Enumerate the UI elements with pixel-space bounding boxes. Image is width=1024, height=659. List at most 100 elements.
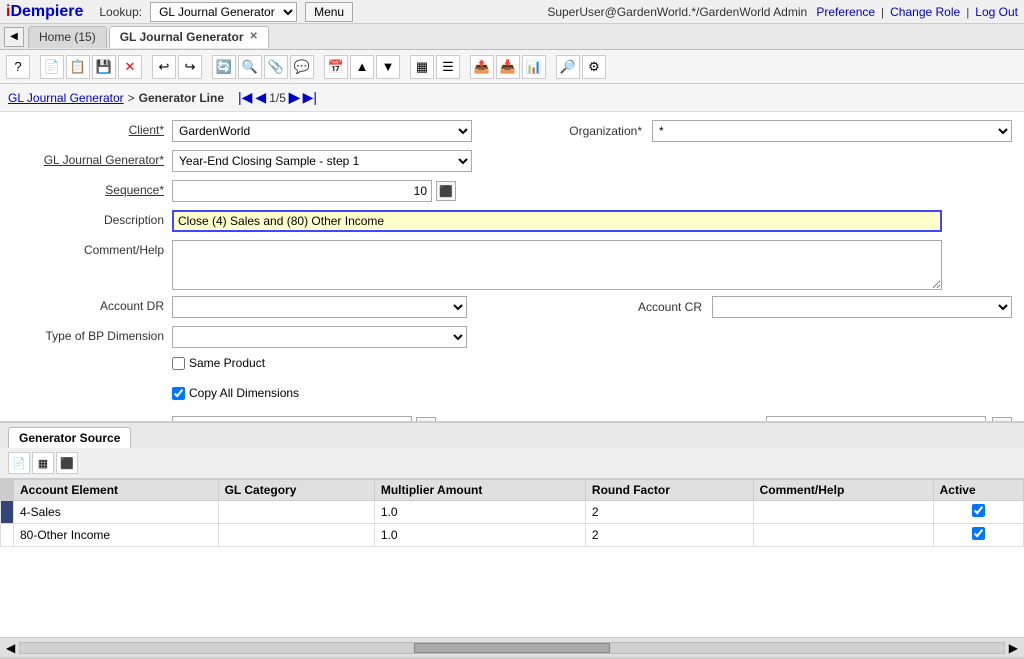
tab-home[interactable]: Home (15) [28,26,107,48]
account-cr-section: Account CR [638,296,1012,318]
chat-button[interactable]: 💬 [290,55,314,79]
sequence-input[interactable] [172,180,432,202]
copy-all-label: Copy All Dimensions [189,386,299,400]
export-button[interactable]: 📤 [470,55,494,79]
import-button[interactable]: 📥 [496,55,520,79]
account-cr-select[interactable] [712,296,1012,318]
redo-button[interactable]: ↪ [178,55,202,79]
sub-tab-generator-source[interactable]: Generator Source [8,427,131,448]
account-dr-label: Account DR [12,296,172,313]
attach-button[interactable]: 📎 [264,55,288,79]
col-multiplier-amount[interactable]: Multiplier Amount [374,480,585,501]
zoom-button[interactable]: 🔎 [556,55,580,79]
row-indicator-2 [1,524,14,547]
nav-back-button[interactable]: ◀ [4,27,24,47]
refresh-button[interactable]: 🔄 [212,55,236,79]
client-select[interactable]: GardenWorld [172,120,472,142]
col-gl-category[interactable]: GL Category [218,480,374,501]
help-button[interactable]: ? [6,55,30,79]
account-cr-label: Account CR [638,300,706,314]
next-record-button[interactable]: ▶ [289,89,300,106]
description-field [172,210,1012,232]
comment-field [172,240,1012,290]
client-org-row: Client* GardenWorld Organization* * [12,120,1012,144]
copy-button[interactable]: 📋 [66,55,90,79]
bottom-area: Generator Source 📄 ▦ ⬛ Account Element G… [0,422,1024,637]
sub-new-button[interactable]: 📄 [8,452,30,474]
description-input[interactable] [172,210,942,232]
log-out-link[interactable]: Log Out [975,5,1018,19]
copy-all-spacer [12,386,172,389]
main-form-area: Client* GardenWorld Organization* * GL J… [0,112,1024,422]
lookup-label: Lookup: [99,5,142,19]
horizontal-scrollbar[interactable] [19,642,1005,654]
scroll-thumb [414,643,611,653]
prev-record-button[interactable]: ◀ [255,89,266,106]
user-info: SuperUser@GardenWorld.*/GardenWorld Admi… [547,5,807,19]
tab-close-icon[interactable]: ✕ [250,31,258,42]
top-bar-right: SuperUser@GardenWorld.*/GardenWorld Admi… [547,5,1018,19]
account-row: Account DR Account CR [12,296,1012,320]
cell-gl-category-1 [218,501,374,524]
organization-label: Organization* [569,124,646,138]
change-role-link[interactable]: Change Role [890,5,960,19]
sequence-info-icon[interactable]: ⬛ [436,181,456,201]
scroll-left-btn[interactable]: ◀ [6,641,15,655]
save-button[interactable]: 💾 [92,55,116,79]
table-row: 80-Other Income 1.0 2 [1,524,1024,547]
cell-active-1 [933,501,1023,524]
find-button[interactable]: 🔍 [238,55,262,79]
sequence-field: ⬛ [172,180,1012,202]
client-label: Client* [12,120,172,137]
report-button[interactable]: 📊 [522,55,546,79]
sub-toolbar: 📄 ▦ ⬛ [0,448,1024,479]
same-product-row: Same Product [12,356,1012,380]
client-field: GardenWorld [172,120,529,142]
cell-round-factor-2: 2 [585,524,753,547]
cell-multiplier-2: 1.0 [374,524,585,547]
sub-tab-bar: Generator Source [0,423,1024,448]
type-bp-select[interactable] [172,326,467,348]
delete-button[interactable]: ✕ [118,55,142,79]
cell-comment-2 [753,524,933,547]
sub-form-button[interactable]: ⬛ [56,452,78,474]
same-product-checkbox[interactable] [172,357,185,370]
row-active-checkbox-1[interactable] [972,504,985,517]
description-row: Description [12,210,1012,234]
scroll-right-btn[interactable]: ▶ [1009,641,1018,655]
tab-gl-journal[interactable]: GL Journal Generator ✕ [109,26,269,48]
organization-select[interactable]: * [652,120,1012,142]
undo-button[interactable]: ↩ [152,55,176,79]
gl-journal-field: Year-End Closing Sample - step 1 [172,150,1012,172]
workflow-button[interactable]: ⚙ [582,55,606,79]
row-active-checkbox-2[interactable] [972,527,985,540]
lookup-select[interactable]: GL Journal Generator [150,2,297,22]
col-account-element[interactable]: Account Element [14,480,219,501]
preference-link[interactable]: Preference [816,5,875,19]
arrow-up-button[interactable]: ▲ [350,55,374,79]
gl-journal-select[interactable]: Year-End Closing Sample - step 1 [172,150,472,172]
breadcrumb-parent-link[interactable]: GL Journal Generator [8,91,124,105]
grid-view-button[interactable]: ▦ [410,55,434,79]
logo: iDempiere [6,3,83,21]
same-product-label: Same Product [189,356,265,370]
form-view-button[interactable]: ☰ [436,55,460,79]
copy-all-checkbox[interactable] [172,387,185,400]
cell-active-2 [933,524,1023,547]
page-info: 1/5 [269,91,286,105]
sub-grid-button[interactable]: ▦ [32,452,54,474]
same-product-field: Same Product [172,356,265,370]
col-comment-help[interactable]: Comment/Help [753,480,933,501]
arrow-down-button[interactable]: ▼ [376,55,400,79]
comment-textarea[interactable] [172,240,942,290]
col-active[interactable]: Active [933,480,1023,501]
menu-button[interactable]: Menu [305,2,353,22]
account-dr-select[interactable] [172,296,467,318]
cell-account-element-2: 80-Other Income [14,524,219,547]
calendar-button[interactable]: 📅 [324,55,348,79]
first-record-button[interactable]: |◀ [238,89,252,106]
new-button[interactable]: 📄 [40,55,64,79]
last-record-button[interactable]: ▶| [303,89,317,106]
cell-account-element-1: 4-Sales [14,501,219,524]
col-round-factor[interactable]: Round Factor [585,480,753,501]
